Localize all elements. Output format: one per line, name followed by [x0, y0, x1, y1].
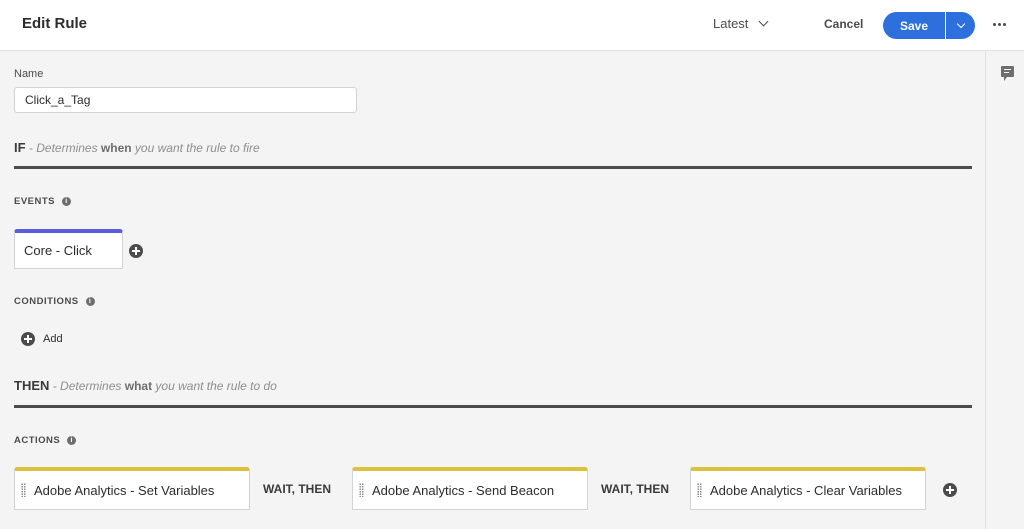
top-bar: Edit Rule Latest Cancel Save — [0, 0, 1024, 51]
action-card-label: Adobe Analytics - Clear Variables — [710, 482, 902, 498]
save-split-button: Save — [883, 12, 975, 39]
if-keyword: IF — [14, 140, 26, 155]
version-selector[interactable]: Latest — [713, 16, 769, 31]
if-desc-suffix: you want the rule to fire — [131, 141, 260, 155]
cancel-button[interactable]: Cancel — [824, 17, 863, 31]
wait-then-label: WAIT, THEN — [601, 482, 669, 496]
action-card[interactable]: Adobe Analytics - Clear Variables — [690, 467, 926, 510]
drag-handle-icon[interactable] — [21, 483, 26, 497]
add-event-plus-icon[interactable] — [129, 244, 143, 258]
conditions-heading-label: CONDITIONS — [14, 296, 79, 307]
drag-handle-icon[interactable] — [359, 483, 364, 497]
then-desc-suffix: you want the rule to do — [152, 379, 277, 393]
comment-icon[interactable] — [1001, 66, 1014, 81]
actions-heading: ACTIONS i — [14, 435, 77, 446]
events-heading-label: EVENTS — [14, 196, 56, 207]
name-label: Name — [14, 68, 44, 80]
then-divider — [14, 405, 972, 408]
chevron-down-icon — [758, 16, 769, 27]
then-desc-prefix: - Determines — [49, 379, 125, 393]
add-condition-label: Add — [43, 333, 63, 345]
event-card[interactable]: Core - Click — [14, 229, 123, 269]
then-keyword: THEN — [14, 378, 50, 393]
if-desc-emphasis: when — [100, 141, 132, 155]
save-button[interactable]: Save — [883, 12, 945, 39]
version-label: Latest — [713, 16, 749, 31]
info-icon[interactable]: i — [67, 436, 77, 445]
action-card-label: Adobe Analytics - Set Variables — [34, 482, 215, 498]
add-action-plus-icon[interactable] — [943, 483, 957, 497]
right-rail — [985, 51, 1024, 529]
if-heading: IF - Determines when you want the rule t… — [14, 140, 260, 155]
if-desc-prefix: - Determines — [25, 141, 101, 155]
plus-icon — [21, 332, 35, 346]
rule-name-input[interactable] — [14, 87, 357, 113]
conditions-heading: CONDITIONS i — [14, 296, 95, 307]
then-heading: THEN - Determines what you want the rule… — [14, 378, 277, 393]
action-card-label: Adobe Analytics - Send Beacon — [372, 482, 555, 498]
drag-handle-icon[interactable] — [697, 483, 702, 497]
add-condition-button[interactable]: Add — [21, 332, 63, 346]
chevron-down-icon — [956, 19, 965, 29]
if-divider — [14, 166, 972, 169]
wait-then-label: WAIT, THEN — [263, 482, 331, 496]
actions-heading-label: ACTIONS — [14, 435, 61, 446]
info-icon[interactable]: i — [62, 197, 72, 206]
then-desc-emphasis: what — [124, 379, 153, 393]
page-title: Edit Rule — [22, 15, 88, 32]
info-icon[interactable]: i — [85, 297, 95, 306]
event-card-label: Core - Click — [24, 243, 92, 258]
more-icon[interactable] — [993, 23, 1006, 26]
action-card[interactable]: Adobe Analytics - Send Beacon — [352, 467, 588, 510]
events-heading: EVENTS i — [14, 196, 72, 207]
action-card[interactable]: Adobe Analytics - Set Variables — [14, 467, 250, 510]
save-dropdown-button[interactable] — [946, 12, 975, 39]
